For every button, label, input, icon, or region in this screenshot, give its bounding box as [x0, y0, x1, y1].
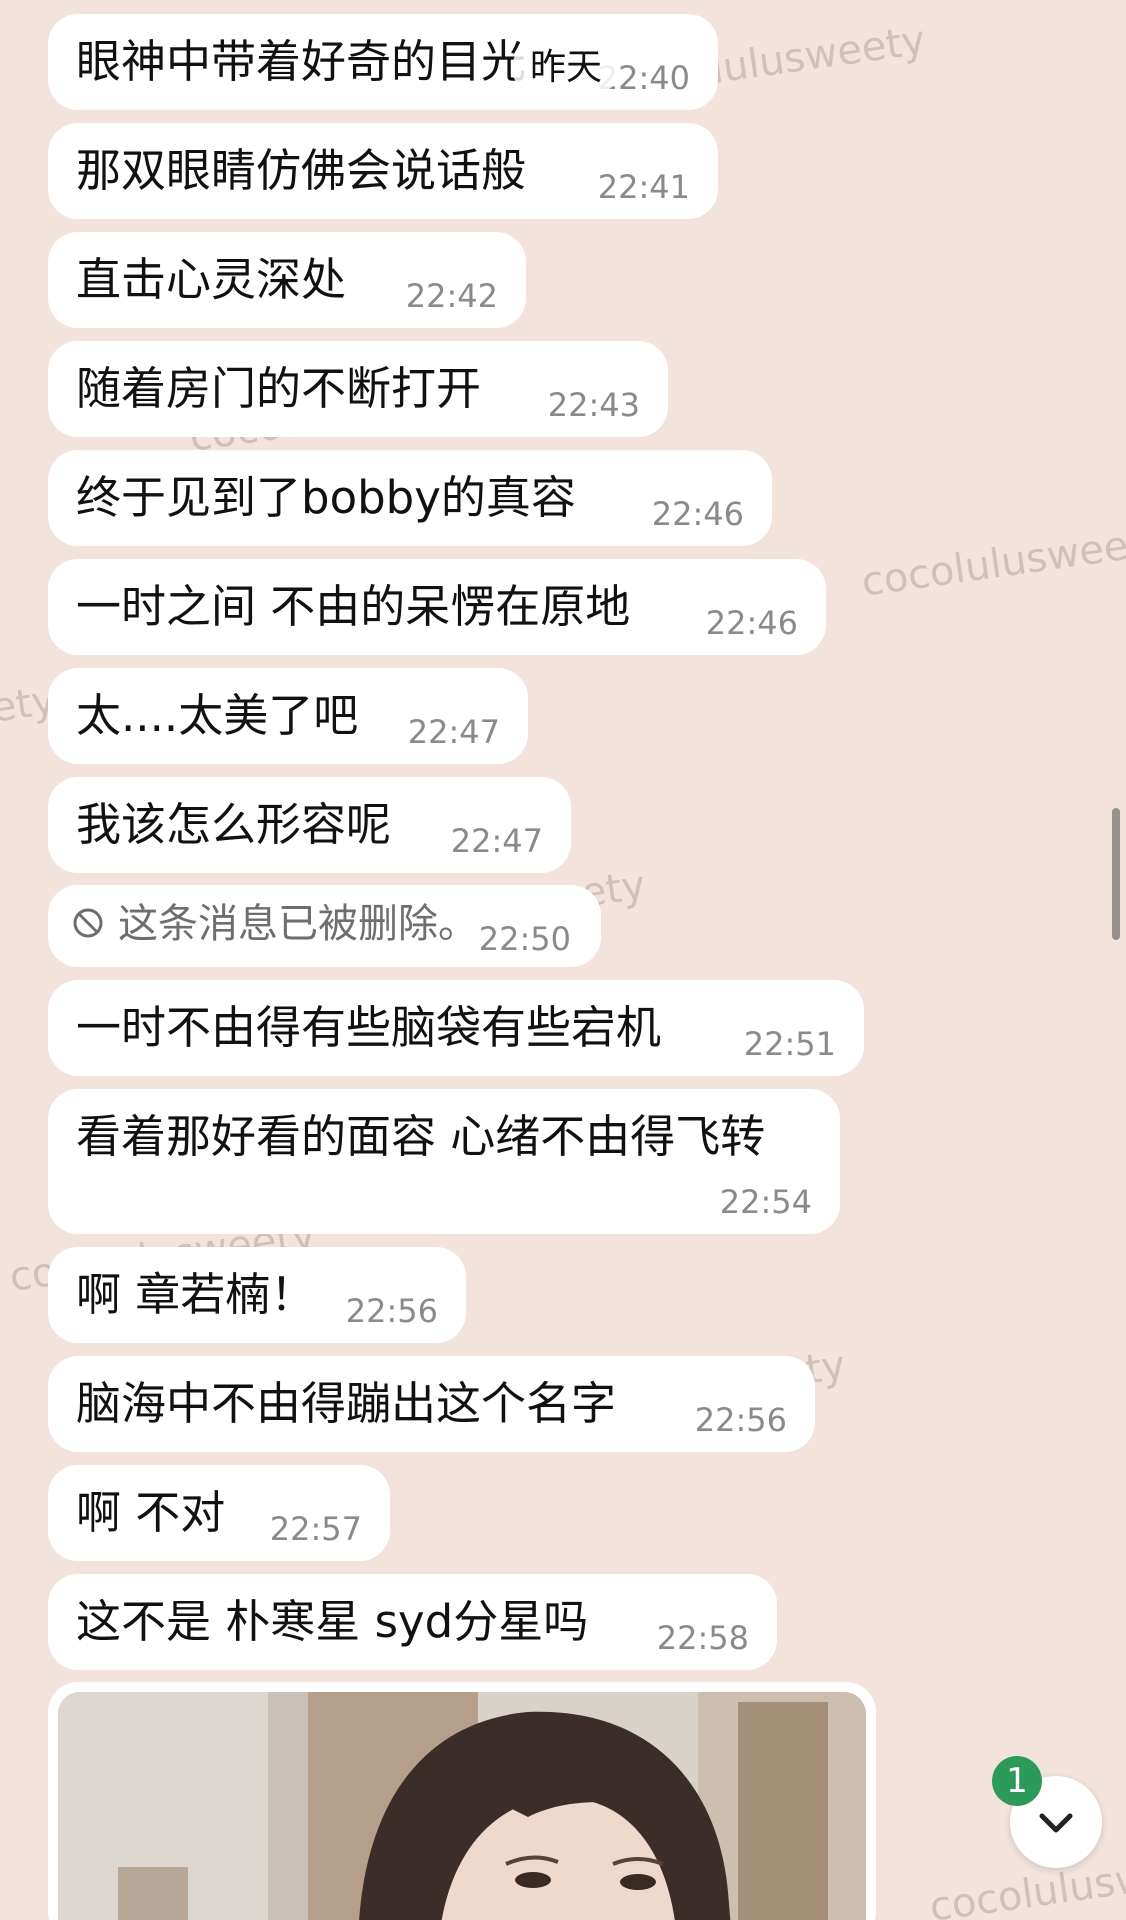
message-time: 22:54: [719, 1183, 812, 1221]
message-text: 那双眼睛仿佛会说话般: [76, 144, 527, 197]
message-bubble[interactable]: 啊 章若楠！ 22:56: [48, 1247, 466, 1343]
scrollbar[interactable]: [1112, 808, 1120, 940]
message-bubble[interactable]: 看着那好看的面容 心绪不由得飞转 22:54: [48, 1089, 840, 1234]
message-bubble[interactable]: 我该怎么形容呢 22:47: [48, 777, 571, 873]
message-bubble[interactable]: 随着房门的不断打开 22:43: [48, 341, 668, 437]
message-time: 22:58: [656, 1619, 749, 1657]
message-time: 22:51: [743, 1025, 836, 1063]
message-time: 22:57: [269, 1510, 362, 1548]
message-time: 22:56: [694, 1401, 787, 1439]
watermark: cocolulusweety: [858, 517, 1126, 606]
message-time: 22:56: [345, 1292, 438, 1330]
message-time: 22:43: [547, 386, 640, 424]
message-text: 眼神中带着好奇的目光: [76, 35, 527, 88]
message-bubble[interactable]: 一时之间 不由的呆愣在原地 22:46: [48, 559, 826, 655]
message-text: 随着房门的不断打开: [76, 362, 482, 415]
message-bubble[interactable]: 太....太美了吧 22:47: [48, 668, 528, 764]
date-separator: 昨天: [512, 42, 621, 94]
photo[interactable]: [58, 1692, 866, 1920]
photo-message-bubble[interactable]: [48, 1682, 876, 1920]
message-bubble[interactable]: 脑海中不由得蹦出这个名字 22:56: [48, 1356, 815, 1452]
message-text: 一时不由得有些脑袋有些宕机: [76, 1001, 662, 1054]
deleted-message-bubble[interactable]: 这条消息已被删除。 22:50: [48, 885, 601, 967]
message-bubble[interactable]: 这不是 朴寒星 syd分星吗 22:58: [48, 1574, 777, 1670]
message-bubble[interactable]: 直击心灵深处 22:42: [48, 232, 526, 328]
message-text: 终于见到了bobby的真容: [76, 471, 576, 524]
deleted-message-text: 这条消息已被删除。: [118, 901, 478, 947]
message-time: 22:46: [705, 604, 798, 642]
message-text: 直击心灵深处: [76, 253, 347, 306]
message-text: 啊 不对: [76, 1486, 226, 1539]
message-text: 看着那好看的面容 心绪不由得飞转: [76, 1110, 766, 1163]
message-text: 这不是 朴寒星 syd分星吗: [76, 1595, 589, 1648]
message-text: 啊 章若楠！: [76, 1268, 316, 1321]
message-time: 22:47: [450, 822, 543, 860]
message-text: 一时之间 不由的呆愣在原地: [76, 580, 631, 633]
message-time: 22:46: [651, 495, 744, 533]
message-time: 22:42: [405, 277, 498, 315]
deleted-icon: [72, 907, 104, 939]
message-bubble[interactable]: 那双眼睛仿佛会说话般 22:41: [48, 123, 718, 219]
message-time: 22:47: [407, 713, 500, 751]
message-text: 太....太美了吧: [76, 689, 359, 742]
message-time: 22:50: [478, 920, 571, 958]
message-bubble[interactable]: 一时不由得有些脑袋有些宕机 22:51: [48, 980, 864, 1076]
message-bubble[interactable]: 终于见到了bobby的真容 22:46: [48, 450, 772, 546]
unread-badge: 1: [992, 1756, 1042, 1806]
message-bubble[interactable]: 啊 不对 22:57: [48, 1465, 390, 1561]
message-time: 22:41: [597, 168, 690, 206]
message-text: 我该怎么形容呢: [76, 798, 392, 851]
message-text: 脑海中不由得蹦出这个名字: [76, 1377, 617, 1430]
chat-area[interactable]: cocolulusweety cocolulusweety cocolulusw…: [0, 0, 1126, 1920]
